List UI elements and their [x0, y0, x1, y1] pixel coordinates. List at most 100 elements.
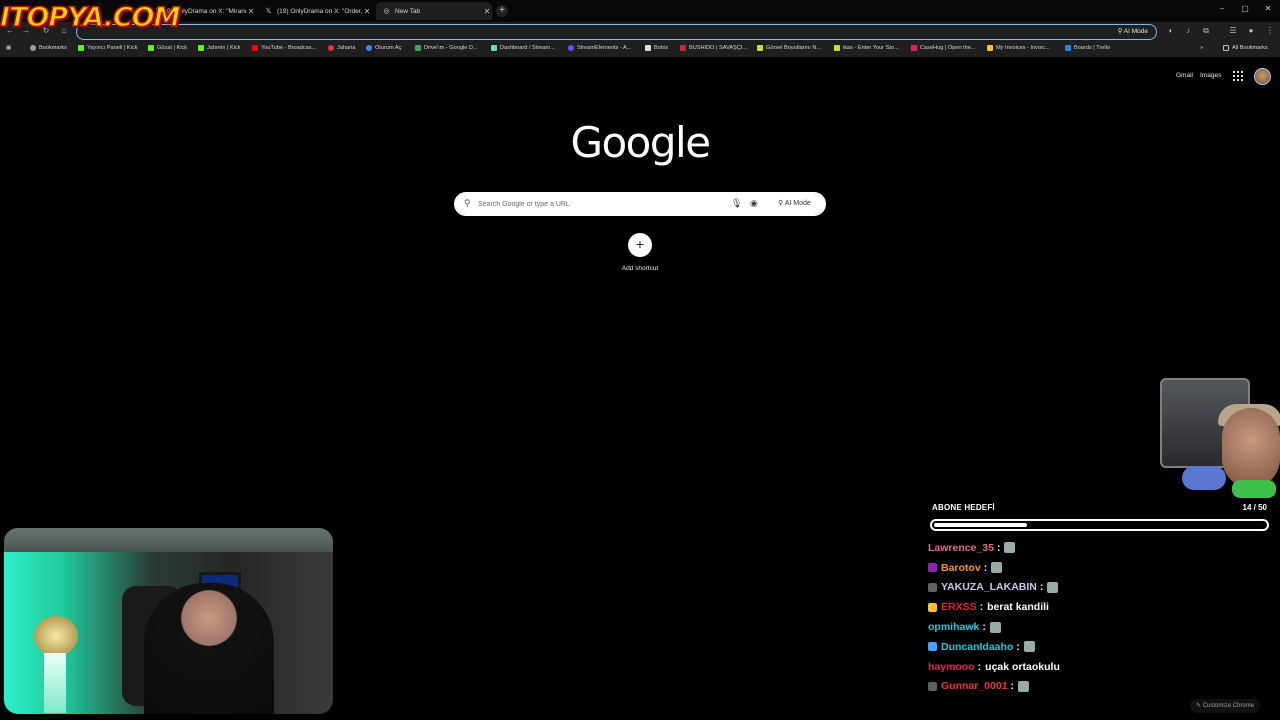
- youtube-icon: [252, 45, 258, 51]
- microphone-icon[interactable]: 🎙: [731, 198, 742, 209]
- close-tab-icon[interactable]: ✕: [362, 7, 372, 16]
- profile-icon[interactable]: ●: [1245, 26, 1257, 35]
- more-bookmarks-icon[interactable]: »: [1200, 45, 1203, 51]
- close-tab-icon[interactable]: ✕: [246, 7, 256, 16]
- badge-icon: [928, 582, 937, 592]
- ai-mode-button[interactable]: ⚲ AI Mode: [772, 196, 817, 212]
- kick-icon: [198, 45, 204, 51]
- streamer: [144, 583, 274, 714]
- search-box[interactable]: ⚲ 🎙 ◉ ⚲ AI Mode: [454, 192, 826, 216]
- search-icon: ⚲: [464, 198, 471, 208]
- chat-username: haymooo: [928, 660, 975, 673]
- menu-icon[interactable]: ⋮: [1264, 26, 1276, 35]
- jaharia-icon: [328, 45, 334, 51]
- chat-separator: :: [1039, 581, 1044, 594]
- bookmark-label: Jaharia: [337, 45, 356, 51]
- casehug-icon: [911, 45, 917, 51]
- bookmark-label: Görsel Boyutlarını N...: [766, 45, 822, 51]
- google-apps-icon[interactable]: [1233, 71, 1243, 81]
- bookmark-item[interactable]: ikas - Enter Your Sto...: [834, 45, 899, 51]
- media-icon[interactable]: ☰: [1227, 26, 1239, 35]
- bookmark-item[interactable]: Drive'ım - Google D...: [415, 45, 478, 51]
- bookmark-item[interactable]: Jahrein | Kick: [198, 45, 240, 51]
- emote-icon: [1004, 542, 1016, 554]
- bookmark-item[interactable]: Gözat | Kick: [148, 45, 187, 51]
- chat-username: Barotov: [941, 561, 981, 574]
- customize-chrome-button[interactable]: ✎ Customize Chrome: [1190, 699, 1261, 713]
- bookmark-item[interactable]: Yayıncı Paneli | Kick: [78, 45, 137, 51]
- chat-separator: :: [983, 561, 988, 574]
- trello-icon: [1065, 45, 1071, 51]
- gmail-link[interactable]: Gmail: [1176, 72, 1193, 79]
- bookmark-label: Drive'ım - Google D...: [424, 45, 478, 51]
- apps-grid-icon[interactable]: ▦: [6, 45, 11, 51]
- sponsor-logo: ITOPYA.COM: [0, 1, 181, 34]
- bookmark-item[interactable]: Dashboard / Stream...: [491, 45, 555, 51]
- extensions-icon[interactable]: ⧉: [1200, 26, 1212, 36]
- bookmark-label: Gözat | Kick: [157, 45, 188, 51]
- streamelements-icon: [568, 45, 574, 51]
- image-resize-icon: [757, 45, 763, 51]
- audio-icon[interactable]: ♪: [1182, 26, 1194, 35]
- lens-icon[interactable]: ◉: [750, 198, 758, 209]
- browser-toolbar: ← → ↻ ⌂ ⚲ AI Mode ◐ ♪ ⧉ ☰ ● ⋮: [0, 22, 1280, 42]
- star-icon: [30, 45, 36, 51]
- bookmark-item[interactable]: BUSHIDO | SAVAŞÇI...: [680, 45, 747, 51]
- chat-message: YAKUZA_LAKABIN:: [928, 578, 1268, 598]
- tab-3[interactable]: 𝕏 (19) OnlyDrama on X: "Order, M ✕: [258, 2, 372, 20]
- chat-separator: :: [1010, 680, 1015, 693]
- toolbar-ai-mode-button[interactable]: ⚲ AI Mode: [1118, 27, 1148, 35]
- sub-goal-bar: [930, 519, 1269, 531]
- images-link[interactable]: Images: [1200, 72, 1221, 79]
- emote-overlay: [1160, 378, 1280, 506]
- chat-separator: :: [996, 541, 1001, 554]
- maximize-icon[interactable]: ▢: [1238, 4, 1252, 13]
- kick-icon: [148, 45, 154, 51]
- tab-new-tab[interactable]: ◎ New Tab ✕: [376, 2, 492, 20]
- minimize-icon[interactable]: –: [1215, 4, 1229, 13]
- bookmark-label: Boards | Trello: [1074, 45, 1110, 51]
- bookmark-label: Dashboard / Stream...: [500, 45, 555, 51]
- bookmark-item[interactable]: CaseHug | Open the...: [911, 45, 976, 51]
- sub-goal-count: 14 / 50: [1242, 503, 1267, 512]
- bookmark-item[interactable]: Görsel Boyutlarını N...: [757, 45, 821, 51]
- bookmark-label: Jahrein | Kick: [207, 45, 241, 51]
- tab-title: New Tab: [395, 7, 421, 15]
- lamp-base: [44, 653, 66, 713]
- bookmark-item[interactable]: Bookmarks: [30, 45, 67, 51]
- close-window-icon[interactable]: ✕: [1261, 4, 1275, 13]
- green-object: [1232, 480, 1276, 498]
- incognito-icon[interactable]: ◐: [1165, 26, 1177, 35]
- new-tab-button[interactable]: +: [496, 5, 508, 17]
- add-shortcut-button[interactable]: +: [628, 233, 652, 257]
- tab-title: (19) OnlyDrama on X: "Order, M: [277, 7, 362, 15]
- login-icon: [366, 45, 372, 51]
- address-bar[interactable]: ⚲ AI Mode: [76, 24, 1157, 40]
- bookmark-item[interactable]: YouTube - Broadcas...: [252, 45, 316, 51]
- bookmark-item[interactable]: Boards | Trello: [1065, 45, 1110, 51]
- chat-username: Lawrence_35: [928, 541, 994, 554]
- folder-icon: [1223, 45, 1229, 51]
- search-input[interactable]: [478, 196, 718, 212]
- emote-icon: [1023, 641, 1035, 653]
- close-tab-icon[interactable]: ✕: [482, 7, 492, 16]
- bookmark-item[interactable]: Jaharia: [328, 45, 355, 51]
- all-bookmarks[interactable]: All Bookmarks: [1223, 45, 1268, 51]
- customize-label: Customize Chrome: [1202, 703, 1255, 709]
- chat-overlay: Lawrence_35: Barotov: YAKUZA_LAKABIN: ERXSS…: [928, 538, 1268, 696]
- chat-message: ERXSS: berat kandili: [928, 597, 1268, 617]
- account-avatar[interactable]: [1254, 68, 1271, 85]
- bookmark-item[interactable]: Botrix: [645, 45, 668, 51]
- badge-icon: [928, 563, 937, 573]
- emote-icon: [991, 562, 1003, 574]
- chat-message: Lawrence_35:: [928, 538, 1268, 558]
- bookmark-item[interactable]: StreamElements - A...: [568, 45, 631, 51]
- dashboard-icon: [491, 45, 497, 51]
- x-logo-icon: 𝕏: [265, 8, 272, 15]
- bookmark-label: ikas - Enter Your Sto...: [843, 45, 899, 51]
- chat-text: uçak ortaokulu: [985, 660, 1060, 673]
- bookmark-item[interactable]: Oturum Aç: [366, 45, 401, 51]
- add-shortcut-label[interactable]: Add shortcut: [590, 265, 690, 272]
- bookmark-label: Oturum Aç: [375, 45, 402, 51]
- bookmark-item[interactable]: My Invoices - Invoic...: [987, 45, 1050, 51]
